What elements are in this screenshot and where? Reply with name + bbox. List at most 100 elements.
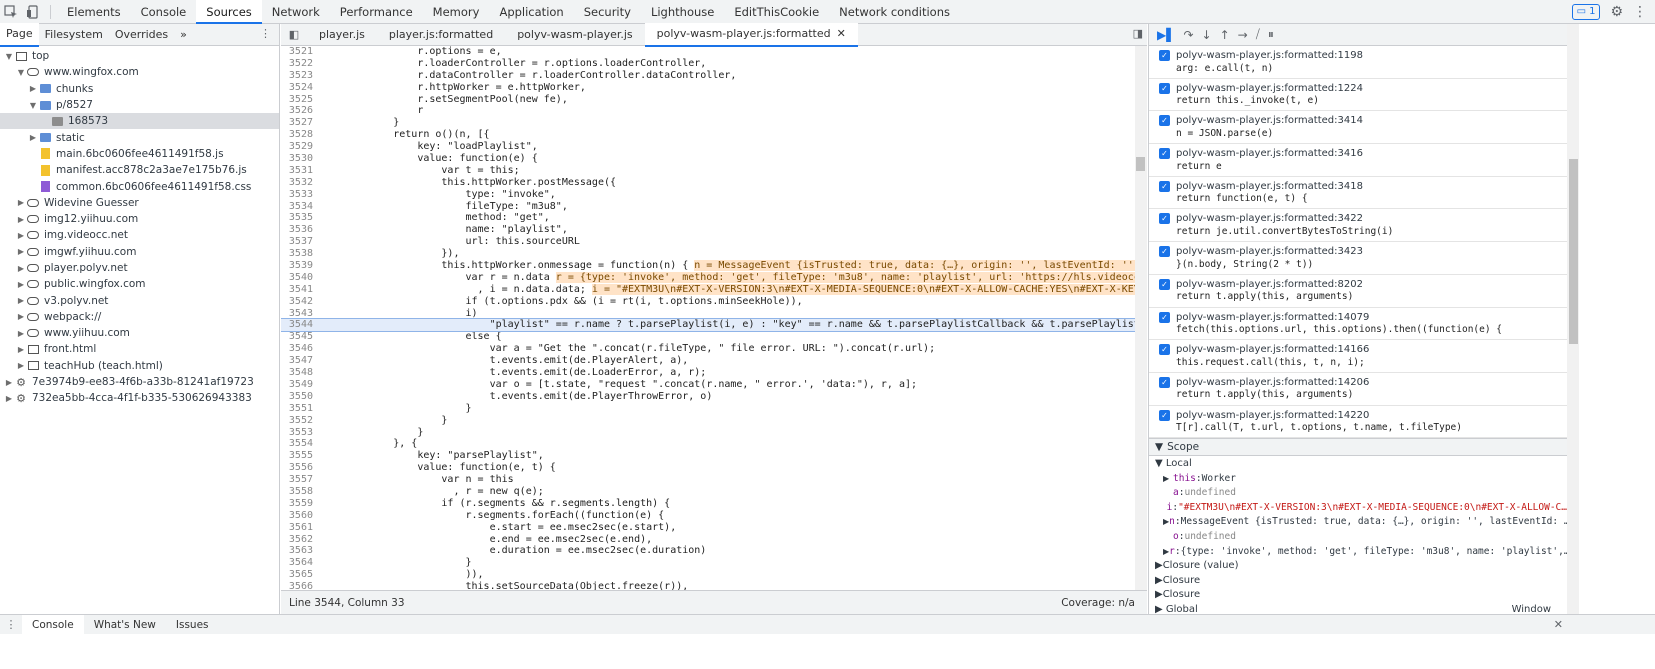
expand-arrow-icon[interactable]: ▶ xyxy=(16,312,26,321)
tree-item[interactable]: ▼ p/8527 xyxy=(0,97,279,113)
tab-lighthouse[interactable]: Lighthouse xyxy=(641,0,724,24)
scope-variable[interactable]: ▶ n: MessageEvent {isTrusted: true, data:… xyxy=(1149,515,1567,530)
expand-arrow-icon[interactable]: ▶ xyxy=(16,296,26,305)
line-number[interactable]: 3532 xyxy=(281,177,317,189)
call-frame[interactable]: ✓ polyv-wasm-player.js:formatted:14206 ret… xyxy=(1149,373,1567,406)
line-number[interactable]: 3530 xyxy=(281,153,317,165)
line-number[interactable]: 3541 xyxy=(281,284,317,296)
line-number[interactable]: 3534 xyxy=(281,201,317,213)
checkbox-checked-icon[interactable]: ✓ xyxy=(1159,311,1170,323)
call-frame[interactable]: ✓ polyv-wasm-player.js:formatted:1224 retu… xyxy=(1149,79,1567,112)
tab-page[interactable]: Page xyxy=(0,22,39,47)
line-number[interactable]: 3526 xyxy=(281,105,317,117)
line-number[interactable]: 3555 xyxy=(281,450,317,462)
scope-closure[interactable]: ▶ Closure (value) xyxy=(1149,558,1567,573)
scope-closure[interactable]: ▶ Closure xyxy=(1149,573,1567,588)
checkbox-checked-icon[interactable]: ✓ xyxy=(1159,82,1170,94)
tree-item[interactable]: ▼ top xyxy=(0,48,279,64)
sidebar-scrollbar[interactable] xyxy=(1567,24,1579,614)
tree-item[interactable]: ▶ img12.yiihuu.com xyxy=(0,211,279,227)
scope-local[interactable]: ▼ Local xyxy=(1149,456,1567,471)
line-number[interactable]: 3561 xyxy=(281,522,317,534)
tree-item[interactable]: ▶ chunks xyxy=(0,81,279,97)
checkbox-checked-icon[interactable]: ✓ xyxy=(1159,148,1170,160)
line-number[interactable]: 3557 xyxy=(281,474,317,486)
checkbox-checked-icon[interactable]: ✓ xyxy=(1159,409,1170,421)
line-number[interactable]: 3554 xyxy=(281,438,317,450)
tree-item[interactable]: 168573 xyxy=(0,113,279,130)
expand-arrow-icon[interactable]: ▶ xyxy=(16,329,26,338)
drawer-menu-icon[interactable]: ⋮ xyxy=(0,618,22,631)
tab-application[interactable]: Application xyxy=(489,0,573,24)
line-number[interactable]: 3538 xyxy=(281,248,317,260)
tab-overrides[interactable]: Overrides xyxy=(109,24,174,46)
line-number[interactable]: 3545 xyxy=(281,331,317,343)
tree-item[interactable]: main.6bc0606fee4611491f58.js xyxy=(0,146,279,162)
line-number[interactable]: 3546 xyxy=(281,343,317,355)
scroll-thumb[interactable] xyxy=(1136,157,1145,171)
checkbox-checked-icon[interactable]: ✓ xyxy=(1159,50,1170,61)
drawer-tab-issues[interactable]: Issues xyxy=(166,615,219,635)
line-number[interactable]: 3535 xyxy=(281,212,317,224)
line-number[interactable]: 3558 xyxy=(281,486,317,498)
tree-item[interactable]: ▼ www.wingfox.com xyxy=(0,64,279,80)
tab-elements[interactable]: Elements xyxy=(57,0,131,24)
tab-network-conditions[interactable]: Network conditions xyxy=(829,0,960,24)
call-frame[interactable]: ✓ polyv-wasm-player.js:formatted:3416 retu… xyxy=(1149,144,1567,177)
line-number[interactable]: 3559 xyxy=(281,498,317,510)
call-frame[interactable]: ✓ polyv-wasm-player.js:formatted:8202 retu… xyxy=(1149,275,1567,308)
checkbox-checked-icon[interactable]: ✓ xyxy=(1159,115,1170,127)
tab-network[interactable]: Network xyxy=(262,0,330,24)
scope-global[interactable]: ▶ Global Window xyxy=(1149,602,1567,614)
line-number[interactable]: 3563 xyxy=(281,545,317,557)
more-options-icon[interactable]: ⋮ xyxy=(1633,4,1647,20)
scope-variable[interactable]: i: "#EXTM3U\n#EXT-X-VERSION:3\n#EXT-X-ME… xyxy=(1149,500,1567,515)
line-number[interactable]: 3564 xyxy=(281,557,317,569)
expand-arrow-icon[interactable]: ▶ xyxy=(16,247,26,256)
line-number[interactable]: 3536 xyxy=(281,224,317,236)
tree-item[interactable]: ▶ front.html xyxy=(0,341,279,357)
deactivate-breakpoints-icon[interactable]: ⧸ xyxy=(1256,27,1260,42)
call-frame[interactable]: ✓ polyv-wasm-player.js:formatted:3414 n = … xyxy=(1149,111,1567,145)
checkbox-checked-icon[interactable]: ✓ xyxy=(1159,376,1170,388)
sidebar-scroll-thumb[interactable] xyxy=(1569,159,1578,344)
editor-tab[interactable]: player.js:formatted xyxy=(377,23,505,47)
tree-item[interactable]: ▶ www.yiihuu.com xyxy=(0,325,279,341)
tab-console[interactable]: Console xyxy=(131,0,197,24)
tree-item[interactable]: ▶ webpack:// xyxy=(0,309,279,325)
call-frame[interactable]: ✓ polyv-wasm-player.js:formatted:3422 retu… xyxy=(1149,209,1567,243)
close-drawer-icon[interactable]: ✕ xyxy=(1554,618,1563,631)
expand-arrow-icon[interactable]: ▶ xyxy=(16,215,26,224)
line-number[interactable]: 3549 xyxy=(281,379,317,391)
scope-variable[interactable]: a: undefined xyxy=(1149,485,1567,500)
line-number[interactable]: 3522 xyxy=(281,58,317,70)
line-number[interactable]: 3539 xyxy=(281,260,317,272)
tab-security[interactable]: Security xyxy=(574,0,641,24)
navigator-menu-icon[interactable]: ⋮ xyxy=(260,27,271,40)
call-frame[interactable]: ✓ polyv-wasm-player.js:formatted:14220 T[r… xyxy=(1149,406,1567,439)
line-number[interactable]: 3552 xyxy=(281,415,317,427)
expand-arrow-icon[interactable]: ▶ xyxy=(16,198,26,207)
scope-variable[interactable]: ▶ this: Worker xyxy=(1149,471,1567,486)
tree-item[interactable]: ▶ v3.polyv.net xyxy=(0,292,279,308)
expand-arrow-icon[interactable]: ▼ xyxy=(28,101,38,110)
tree-item[interactable]: ▶ Widevine Guesser xyxy=(0,195,279,211)
tab-performance[interactable]: Performance xyxy=(330,0,423,24)
expand-arrow-icon[interactable]: ▼ xyxy=(16,68,26,77)
tree-item[interactable]: common.6bc0606fee4611491f58.css xyxy=(0,178,279,194)
coverage-status[interactable]: Coverage: n/a xyxy=(1061,591,1135,615)
tab-editthiscookie[interactable]: EditThisCookie xyxy=(724,0,829,24)
line-number[interactable]: 3524 xyxy=(281,82,317,94)
tab-memory[interactable]: Memory xyxy=(423,0,490,24)
editor-vertical-scrollbar[interactable] xyxy=(1135,46,1147,599)
tab-sources[interactable]: Sources xyxy=(196,0,262,24)
expand-arrow-icon[interactable]: ▼ xyxy=(4,52,14,61)
editor-tab[interactable]: polyv-wasm-player.js:formatted ✕ xyxy=(644,22,858,47)
step-over-icon[interactable]: ↷ xyxy=(1183,28,1193,42)
line-number[interactable]: 3548 xyxy=(281,367,317,379)
expand-arrow-icon[interactable]: ▶ xyxy=(16,264,26,273)
line-number[interactable]: 3565 xyxy=(281,569,317,581)
call-frame[interactable]: ✓ polyv-wasm-player.js:formatted:14079 fet… xyxy=(1149,308,1567,341)
tab-filesystem[interactable]: Filesystem xyxy=(39,24,109,46)
expand-arrow-icon[interactable]: ▶ xyxy=(4,378,14,387)
